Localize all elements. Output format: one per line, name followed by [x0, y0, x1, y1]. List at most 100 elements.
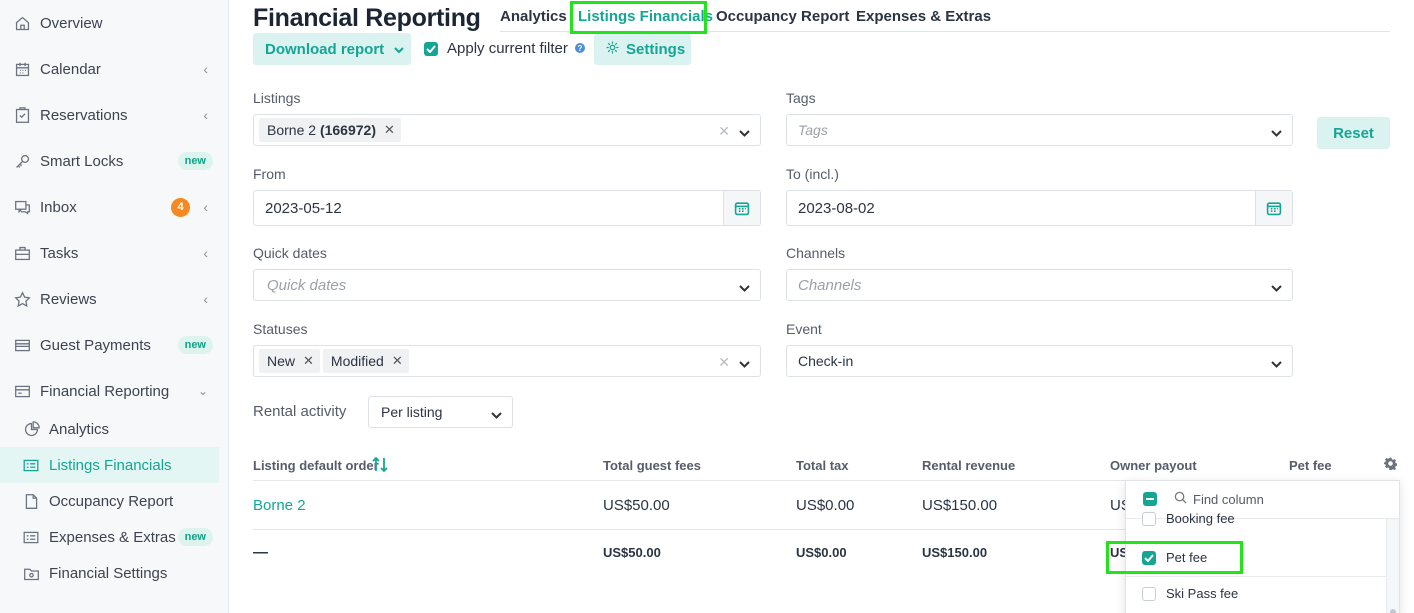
- find-column-input[interactable]: Find column: [1193, 492, 1264, 507]
- tab-occupancy-report[interactable]: Occupancy Report: [716, 8, 849, 25]
- sidebar-item-financial-reporting[interactable]: Financial Reporting ⌄: [0, 373, 228, 409]
- channels-label: Channels: [786, 245, 846, 261]
- chevron-left-icon: ‹: [203, 61, 208, 77]
- from-label: From: [253, 166, 286, 182]
- sidebar-item-calendar[interactable]: Calendar ‹: [0, 51, 228, 87]
- column-header-listing[interactable]: Listing default order: [253, 458, 379, 473]
- calendar-picker-icon[interactable]: [723, 191, 760, 225]
- sidebar-item-tasks[interactable]: Tasks ‹: [0, 235, 228, 271]
- quick-dates-select[interactable]: Quick dates: [253, 269, 761, 301]
- sidebar-item-label: Inbox: [40, 198, 77, 216]
- help-icon[interactable]: ?: [575, 43, 585, 53]
- download-report-label: Download report: [265, 40, 385, 58]
- tab-listings-financials[interactable]: Listings Financials: [578, 8, 713, 25]
- statuses-select[interactable]: New ✕ Modified ✕ ✕: [253, 345, 761, 377]
- sidebar-subitem-occupancy-report[interactable]: Occupancy Report: [0, 483, 219, 519]
- column-option-booking-fee[interactable]: Booking fee: [1142, 511, 1235, 526]
- option-label: Pet fee: [1166, 550, 1208, 565]
- sidebar-item-reservations[interactable]: Reservations ‹: [0, 97, 228, 133]
- to-date-input[interactable]: 2023-08-02: [786, 190, 1293, 226]
- sidebar-item-label: Expenses & Extras: [49, 528, 176, 546]
- select-all-indeterminate-checkbox[interactable]: [1143, 492, 1157, 506]
- tags-select[interactable]: Tags: [786, 114, 1293, 146]
- sidebar-item-overview[interactable]: Overview: [0, 5, 228, 41]
- clear-icon[interactable]: ✕: [718, 123, 730, 140]
- column-header-total-tax[interactable]: Total tax: [796, 458, 849, 473]
- cell-rental-revenue: US$150.00: [922, 497, 998, 514]
- status-chip-label: New: [267, 353, 296, 369]
- sidebar-item-label: Smart Locks: [40, 152, 124, 170]
- sidebar-subitem-listings-financials[interactable]: Listings Financials: [0, 447, 219, 483]
- tab-analytics[interactable]: Analytics: [500, 8, 567, 25]
- sidebar-item-label: Financial Reporting: [40, 382, 170, 400]
- chevron-down-icon[interactable]: [1271, 356, 1282, 372]
- apply-filter-checkbox[interactable]: [424, 42, 438, 56]
- sort-icon[interactable]: [372, 456, 388, 478]
- sidebar-item-label: Listings Financials: [49, 456, 172, 474]
- chevron-down-icon[interactable]: [739, 125, 750, 141]
- sidebar-item-guest-payments[interactable]: Guest Payments new: [0, 327, 228, 363]
- sidebar-subitem-analytics[interactable]: Analytics: [0, 411, 219, 447]
- column-option-pet-fee[interactable]: Pet fee: [1142, 550, 1207, 565]
- chevron-down-icon[interactable]: [1271, 125, 1282, 141]
- sidebar-item-inbox[interactable]: Inbox 4 ‹: [0, 189, 228, 225]
- remove-chip-icon[interactable]: ✕: [303, 353, 314, 369]
- from-date-input[interactable]: 2023-05-12: [253, 190, 761, 226]
- scrollbar[interactable]: [1386, 519, 1399, 613]
- sidebar-item-label: Reviews: [40, 290, 97, 308]
- option-checkbox[interactable]: [1142, 550, 1156, 565]
- listings-label: Listings: [253, 90, 301, 106]
- sidebar-item-label: Reservations: [40, 106, 128, 124]
- quick-dates-placeholder: Quick dates: [267, 276, 347, 294]
- column-header-total-guest-fees[interactable]: Total guest fees: [603, 458, 701, 473]
- page-title: Financial Reporting: [253, 4, 481, 32]
- statuses-label: Statuses: [253, 321, 308, 337]
- apply-filter-label: Apply current filter: [447, 40, 568, 57]
- reset-button[interactable]: Reset: [1317, 117, 1390, 149]
- chevron-down-icon[interactable]: [491, 407, 502, 423]
- list-card-icon: [21, 527, 41, 547]
- column-settings-gear-icon[interactable]: [1383, 457, 1398, 475]
- column-header-owner-payout[interactable]: Owner payout: [1110, 458, 1197, 473]
- rental-activity-select[interactable]: Per listing: [368, 396, 513, 428]
- total-tax: US$0.00: [796, 545, 847, 560]
- option-checkbox[interactable]: [1142, 586, 1156, 601]
- chevron-left-icon: ‹: [203, 245, 208, 261]
- tab-expenses-extras[interactable]: Expenses & Extras: [856, 8, 991, 25]
- row-divider: [253, 529, 1125, 530]
- listing-link[interactable]: Borne 2: [253, 497, 306, 514]
- sidebar-subitem-financial-settings[interactable]: Financial Settings: [0, 555, 219, 591]
- sidebar-item-smart-locks[interactable]: Smart Locks new: [0, 143, 228, 179]
- total-rental-revenue: US$150.00: [922, 545, 988, 560]
- settings-button[interactable]: Settings: [594, 34, 691, 65]
- channels-select[interactable]: Channels: [786, 269, 1293, 301]
- chevron-down-icon[interactable]: [739, 356, 750, 372]
- chevron-down-icon[interactable]: [739, 280, 750, 297]
- option-checkbox[interactable]: [1142, 511, 1156, 526]
- calendar-picker-icon[interactable]: [1255, 191, 1292, 225]
- status-chip-label: Modified: [330, 353, 384, 369]
- event-value: Check-in: [798, 353, 854, 369]
- home-icon: [12, 13, 32, 33]
- column-header-pet-fee[interactable]: Pet fee: [1289, 458, 1332, 473]
- column-option-ski-pass-fee[interactable]: Ski Pass fee: [1142, 586, 1238, 601]
- chevron-down-icon[interactable]: [1271, 280, 1282, 297]
- clear-icon[interactable]: ✕: [718, 354, 730, 371]
- listings-select[interactable]: Borne 2 (166972) ✕ ✕: [253, 114, 761, 146]
- event-select[interactable]: Check-in: [786, 345, 1293, 377]
- clipboard-check-icon: [12, 105, 32, 125]
- from-date-value: 2023-05-12: [265, 199, 342, 217]
- sidebar-item-label: Analytics: [49, 420, 110, 438]
- scrollbar-thumb[interactable]: [1390, 609, 1396, 613]
- sidebar-subitem-expenses-extras[interactable]: Expenses & Extras new: [0, 519, 219, 555]
- chevron-left-icon: ‹: [203, 199, 208, 215]
- download-report-button[interactable]: Download report: [253, 33, 411, 65]
- sidebar-item-reviews[interactable]: Reviews ‹: [0, 281, 228, 317]
- option-divider: [1126, 576, 1388, 577]
- remove-chip-icon[interactable]: ✕: [384, 122, 395, 138]
- column-header-rental-revenue[interactable]: Rental revenue: [922, 458, 1015, 473]
- star-icon: [12, 289, 32, 309]
- remove-chip-icon[interactable]: ✕: [392, 353, 403, 369]
- totals-label: —: [253, 544, 268, 561]
- calendar-icon: [12, 59, 32, 79]
